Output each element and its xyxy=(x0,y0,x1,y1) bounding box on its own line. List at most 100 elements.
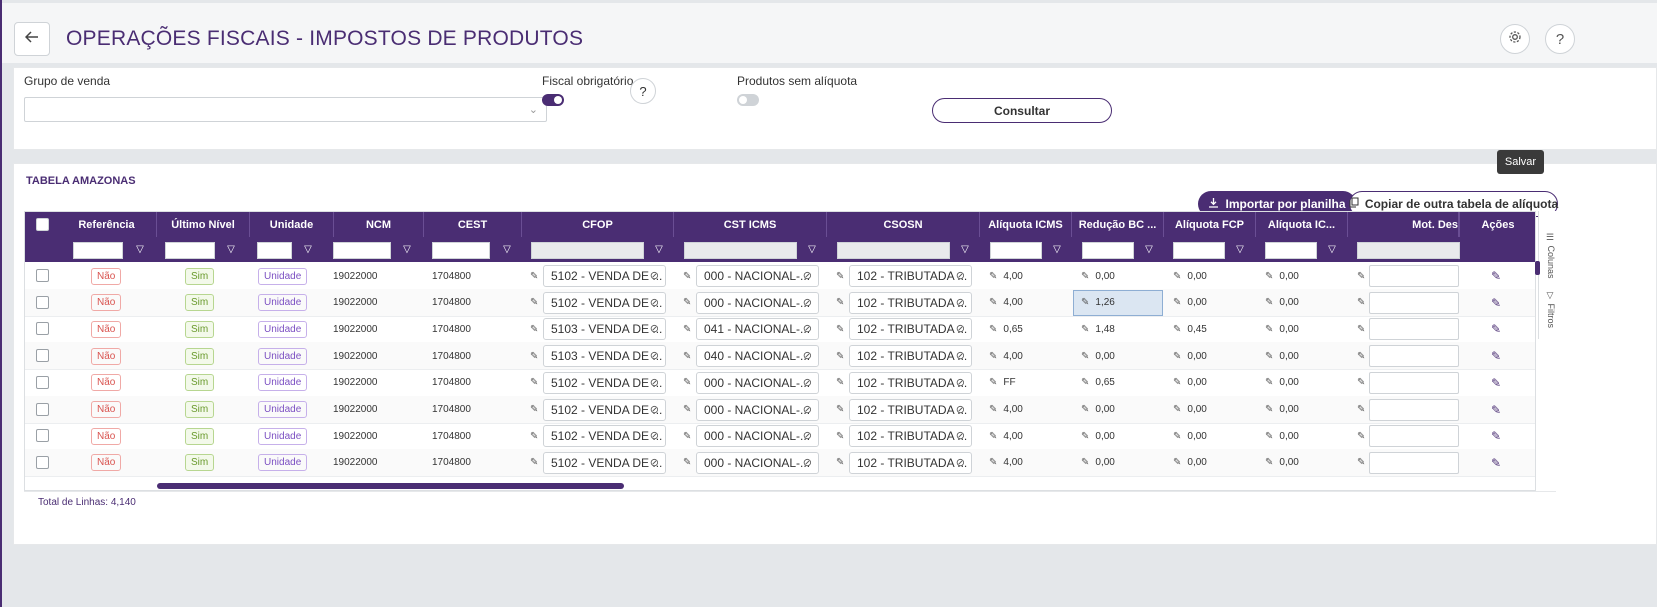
row-checkbox[interactable] xyxy=(36,375,49,389)
filter-ic-input[interactable] xyxy=(1265,242,1317,259)
row-checkbox[interactable] xyxy=(36,295,49,309)
aliquota-fcp-cell[interactable]: ✎ 0,00 xyxy=(1173,422,1207,450)
filter-icon[interactable]: ▽ xyxy=(1142,242,1156,256)
mot-des-input[interactable] xyxy=(1369,398,1459,421)
aliquota-icms-cell[interactable]: ✎ 4,00 xyxy=(989,289,1023,317)
filter-csosn-input[interactable] xyxy=(837,242,950,259)
col-aliquota-icms[interactable]: Alíquota ICMS xyxy=(980,212,1072,237)
row-checkbox[interactable] xyxy=(36,455,49,469)
table-row[interactable]: Não Sim Unidade 19022000 1704800 ✎ 5102 … xyxy=(25,448,1535,477)
csosn-select[interactable]: 102 - TRIBUTADA ... ⊘ xyxy=(849,291,972,314)
clear-icon[interactable]: ⊘ xyxy=(956,296,965,309)
mot-des-input[interactable] xyxy=(1369,425,1459,448)
clear-icon[interactable]: ⊘ xyxy=(803,456,812,469)
cfop-select[interactable]: 5103 - VENDA DE ... ⊘ xyxy=(543,318,666,341)
filter-referencia-input[interactable] xyxy=(73,242,123,259)
cfop-select[interactable]: 5102 - VENDA DE ... ⊘ xyxy=(543,265,666,287)
cst-icms-select[interactable]: 040 - NACIONAL-... ⊘ xyxy=(696,345,819,368)
col-ultimo-nivel[interactable]: Último Nível xyxy=(157,212,250,237)
filter-icon[interactable]: ▽ xyxy=(224,242,238,256)
aliquota-ic-cell[interactable]: ✎ 0,00 xyxy=(1265,422,1299,450)
aliquota-icms-cell[interactable]: ✎ 4,00 xyxy=(989,422,1023,450)
clear-icon[interactable]: ⊘ xyxy=(803,429,812,442)
horizontal-scrollbar[interactable] xyxy=(157,483,624,489)
csosn-select[interactable]: 102 - TRIBUTADA ... ⊘ xyxy=(849,371,972,394)
clear-icon[interactable]: ⊘ xyxy=(650,403,659,416)
col-unidade[interactable]: Unidade xyxy=(250,212,334,237)
aliquota-icms-cell[interactable]: ✎ 4,00 xyxy=(989,262,1023,290)
cfop-select[interactable]: 5102 - VENDA DE ... ⊘ xyxy=(543,291,666,314)
clear-icon[interactable]: ⊘ xyxy=(803,403,812,416)
aliquota-ic-cell[interactable]: ✎ 0,00 xyxy=(1265,449,1299,477)
clear-icon[interactable]: ⊘ xyxy=(956,456,965,469)
clear-icon[interactable]: ⊘ xyxy=(650,296,659,309)
cfop-select[interactable]: 5102 - VENDA DE ... ⊘ xyxy=(543,398,666,421)
reducao-bc-cell[interactable]: ✎ 0,00 xyxy=(1081,396,1115,424)
aliquota-fcp-cell[interactable]: ✎ 0,00 xyxy=(1173,449,1207,477)
aliquota-ic-cell[interactable]: ✎ 0,00 xyxy=(1265,262,1299,290)
edit-row-button[interactable]: ✎ xyxy=(1486,346,1506,366)
cst-icms-select[interactable]: 000 - NACIONAL-... ⊘ xyxy=(696,425,819,448)
filter-icon[interactable]: ▽ xyxy=(652,242,666,256)
aliquota-ic-cell[interactable]: ✎ 0,00 xyxy=(1265,315,1299,343)
mot-des-input[interactable] xyxy=(1369,345,1459,368)
reducao-bc-cell[interactable]: ✎ 0,65 xyxy=(1081,369,1115,397)
clear-icon[interactable]: ⊘ xyxy=(650,322,659,335)
aliquota-icms-cell[interactable]: ✎ 4,00 xyxy=(989,342,1023,370)
edit-row-button[interactable]: ✎ xyxy=(1486,319,1506,339)
reducao-bc-cell[interactable]: ✎ 0,00 xyxy=(1081,422,1115,450)
row-checkbox[interactable] xyxy=(36,322,49,336)
table-row[interactable]: Não Sim Unidade 19022000 1704800 ✎ 5103 … xyxy=(25,315,1535,344)
table-row[interactable]: Não Sim Unidade 19022000 1704800 ✎ 5102 … xyxy=(25,422,1535,451)
edit-row-button[interactable]: ✎ xyxy=(1486,400,1506,420)
table-row[interactable]: Não Sim Unidade 19022000 1704800 ✎ 5102 … xyxy=(25,288,1535,317)
clear-icon[interactable]: ⊘ xyxy=(650,376,659,389)
filter-unidade-input[interactable] xyxy=(257,242,292,259)
csosn-select[interactable]: 102 - TRIBUTADA ... ⊘ xyxy=(849,265,972,287)
cfop-select[interactable]: 5103 - VENDA DE ... ⊘ xyxy=(543,345,666,368)
clear-icon[interactable]: ⊘ xyxy=(956,376,965,389)
filter-icon[interactable]: ▽ xyxy=(1325,242,1339,256)
clear-icon[interactable]: ⊘ xyxy=(650,349,659,362)
clear-icon[interactable]: ⊘ xyxy=(956,403,965,416)
filter-icon[interactable]: ▽ xyxy=(805,242,819,256)
clear-icon[interactable]: ⊘ xyxy=(956,349,965,362)
aliquota-fcp-cell[interactable]: ✎ 0,00 xyxy=(1173,262,1207,290)
row-checkbox[interactable] xyxy=(36,269,49,282)
col-mot-des[interactable]: Mot. Des xyxy=(1348,212,1459,237)
reducao-bc-cell[interactable]: ✎ 0,00 xyxy=(1081,342,1115,370)
filter-icon[interactable]: ▽ xyxy=(958,242,972,256)
cst-icms-select[interactable]: 041 - NACIONAL-... ⊘ xyxy=(696,318,819,341)
col-cfop[interactable]: CFOP xyxy=(522,212,674,237)
aliquota-fcp-cell[interactable]: ✎ 0,00 xyxy=(1173,369,1207,397)
filter-ultimo-input[interactable] xyxy=(165,242,215,259)
grupo-select[interactable]: ⌄ xyxy=(24,97,547,122)
edit-row-button[interactable]: ✎ xyxy=(1486,426,1506,446)
edit-row-button[interactable]: ✎ xyxy=(1486,266,1506,286)
cst-icms-select[interactable]: 000 - NACIONAL-... ⊘ xyxy=(696,398,819,421)
row-checkbox[interactable] xyxy=(36,402,49,416)
clear-icon[interactable]: ⊘ xyxy=(650,429,659,442)
help-button[interactable]: ? xyxy=(1545,24,1575,54)
fiscal-help-button[interactable]: ? xyxy=(630,78,656,104)
mot-des-input[interactable] xyxy=(1369,371,1459,394)
filter-mot-input[interactable] xyxy=(1357,242,1460,259)
aliquota-fcp-cell[interactable]: ✎ 0,45 xyxy=(1173,315,1207,343)
clear-icon[interactable]: ⊘ xyxy=(650,456,659,469)
mot-des-input[interactable] xyxy=(1369,451,1459,474)
filter-cst-input[interactable] xyxy=(684,242,797,259)
clear-icon[interactable]: ⊘ xyxy=(803,322,812,335)
filter-aliq-icms-input[interactable] xyxy=(990,242,1042,259)
col-ncm[interactable]: NCM xyxy=(334,212,424,237)
table-row[interactable]: Não Sim Unidade 19022000 1704800 ✎ 5102 … xyxy=(25,369,1535,397)
reducao-bc-cell[interactable]: ✎ 1,26 xyxy=(1081,289,1115,317)
cfop-select[interactable]: 5102 - VENDA DE ... ⊘ xyxy=(543,425,666,448)
produtos-toggle[interactable] xyxy=(737,94,759,106)
cst-icms-select[interactable]: 000 - NACIONAL-... ⊘ xyxy=(696,291,819,314)
col-referencia[interactable]: Referência xyxy=(57,212,157,237)
side-columns-tab[interactable]: ☰ Colunas xyxy=(1540,233,1556,279)
col-aliquota-fcp[interactable]: Alíquota FCP xyxy=(1164,212,1256,237)
filter-icon[interactable]: ▽ xyxy=(400,242,414,256)
aliquota-icms-cell[interactable]: ✎ 4,00 xyxy=(989,396,1023,424)
filter-icon[interactable]: ▽ xyxy=(500,242,514,256)
